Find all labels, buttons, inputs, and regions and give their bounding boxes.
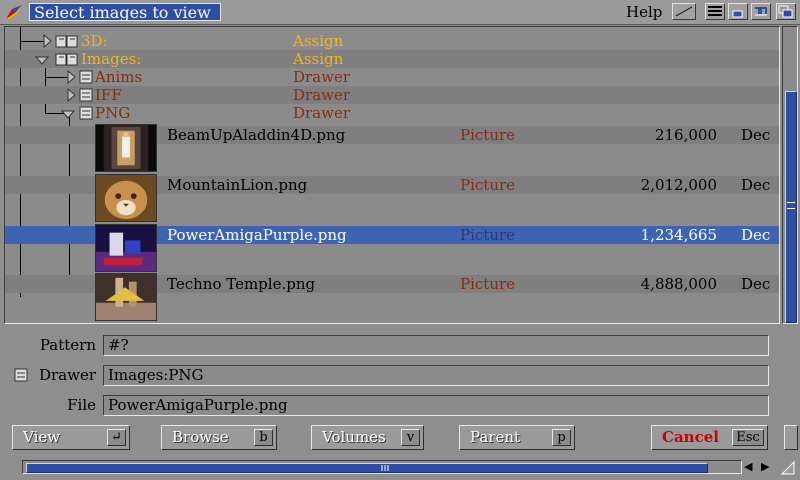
window-title: Select images to view <box>29 3 221 21</box>
tree-row-anims[interactable]: Anims Drawer <box>5 68 779 86</box>
file-row-selected[interactable]: PowerAmigaPurple.png Picture 1,234,665 D… <box>5 224 779 276</box>
horizontal-scroll-knob[interactable] <box>26 463 708 473</box>
browse-button[interactable]: Browse b <box>161 425 277 450</box>
jump-icon[interactable] <box>751 3 771 20</box>
file-type: Picture <box>460 275 516 293</box>
tree-item-type: Drawer <box>293 68 351 86</box>
scroll-left-icon[interactable]: ◀ <box>744 461 752 473</box>
view-button[interactable]: View ↵ <box>12 425 130 450</box>
depth-icon[interactable] <box>776 3 796 20</box>
help-button[interactable] <box>672 3 696 20</box>
file-type: Picture <box>460 176 516 194</box>
drawer-icon <box>79 88 93 102</box>
collapse-arrow-icon[interactable] <box>35 54 49 68</box>
file-date: Dec <box>741 226 771 244</box>
pattern-input[interactable]: #? <box>103 335 769 356</box>
file-name: Techno Temple.png <box>167 275 316 293</box>
file-input[interactable]: PowerAmigaPurple.png <box>103 395 769 416</box>
file-date: Dec <box>741 126 771 144</box>
parent-key: p <box>552 429 571 446</box>
tree-item-label: Images: <box>81 50 142 68</box>
assign-icon <box>55 35 78 48</box>
drawer-input[interactable]: Images:PNG <box>103 365 769 386</box>
file-name: MountainLion.png <box>167 176 308 194</box>
thumbnail-mountain-lion <box>95 174 157 222</box>
tree-item-label: Anims <box>95 68 143 86</box>
file-label: File <box>67 396 96 414</box>
thumbnail-techno-temple <box>95 273 157 321</box>
help-label[interactable]: Help <box>626 3 662 21</box>
thumbnail-power-amiga <box>95 224 157 272</box>
file-size: 216,000 <box>654 126 717 144</box>
volumes-button-label: Volumes <box>322 428 386 446</box>
tree-item-label: 3D: <box>81 32 108 50</box>
file-size: 4,888,000 <box>640 275 717 293</box>
title-bar[interactable]: Select images to view Help <box>0 0 800 25</box>
file-date: Dec <box>741 275 771 293</box>
file-size: 2,012,000 <box>640 176 717 194</box>
cancel-button[interactable]: Cancel Esc <box>651 425 768 450</box>
browse-key: b <box>254 429 273 446</box>
drawer-icon <box>79 70 93 84</box>
pattern-label: Pattern <box>39 336 96 354</box>
tree-item-type: Assign <box>293 32 344 50</box>
drawer-label: Drawer <box>38 366 96 384</box>
thumbnail-beam-up <box>95 124 157 172</box>
collapse-arrow-icon[interactable] <box>61 108 75 122</box>
assign-icon <box>55 53 78 66</box>
tree-item-label: IFF <box>95 86 122 104</box>
file-row[interactable]: MountainLion.png Picture 2,012,000 Dec <box>5 174 779 226</box>
file-row[interactable]: Techno Temple.png Picture 4,888,000 Dec <box>5 273 779 323</box>
file-row[interactable]: BeamUpAladdin4D.png Picture 216,000 Dec <box>5 124 779 176</box>
cancel-button-label: Cancel <box>662 428 719 446</box>
cancel-key: Esc <box>732 429 764 446</box>
return-key-icon: ↵ <box>107 429 126 446</box>
vertical-scrollbar[interactable] <box>782 26 798 324</box>
side-gadget[interactable] <box>784 425 798 450</box>
browse-button-label: Browse <box>172 428 229 446</box>
file-size: 1,234,665 <box>640 226 717 244</box>
file-listing[interactable]: 3D: Assign Images: Assign Anims Drawer I… <box>4 26 780 324</box>
volumes-button[interactable]: Volumes v <box>311 425 424 450</box>
expand-arrow-icon[interactable] <box>41 34 55 48</box>
tree-item-label: PNG <box>95 104 131 122</box>
file-name: BeamUpAladdin4D.png <box>167 126 346 144</box>
tree-row-iff[interactable]: IFF Drawer <box>5 86 779 104</box>
app-logo-icon[interactable] <box>4 3 26 21</box>
menu-icon[interactable] <box>705 3 725 20</box>
expand-arrow-icon[interactable] <box>65 70 79 84</box>
tree-item-type: Assign <box>293 50 344 68</box>
tree-row-png[interactable]: PNG Drawer <box>5 104 779 122</box>
file-type: Picture <box>460 226 516 244</box>
file-type: Picture <box>460 126 516 144</box>
resize-handle-icon[interactable] <box>780 460 796 476</box>
iconify-icon[interactable] <box>728 3 748 20</box>
volumes-key: v <box>401 429 420 446</box>
file-name: PowerAmigaPurple.png <box>167 226 347 244</box>
parent-button-label: Parent <box>470 428 521 446</box>
drawer-icon <box>79 106 93 120</box>
file-date: Dec <box>741 176 771 194</box>
tree-row-3d[interactable]: 3D: Assign <box>5 32 779 50</box>
scroll-grip-icon <box>381 465 389 471</box>
tree-item-type: Drawer <box>293 104 351 122</box>
vertical-scroll-knob[interactable] <box>785 91 797 323</box>
tree-item-type: Drawer <box>293 86 351 104</box>
tree-row-images[interactable]: Images: Assign <box>5 50 779 68</box>
expand-arrow-icon[interactable] <box>65 88 79 102</box>
view-button-label: View <box>23 428 61 446</box>
parent-button[interactable]: Parent p <box>459 425 575 450</box>
scroll-right-icon[interactable]: ▶ <box>761 461 769 473</box>
scroll-grip-icon <box>787 202 795 209</box>
horizontal-scrollbar[interactable] <box>22 460 742 474</box>
